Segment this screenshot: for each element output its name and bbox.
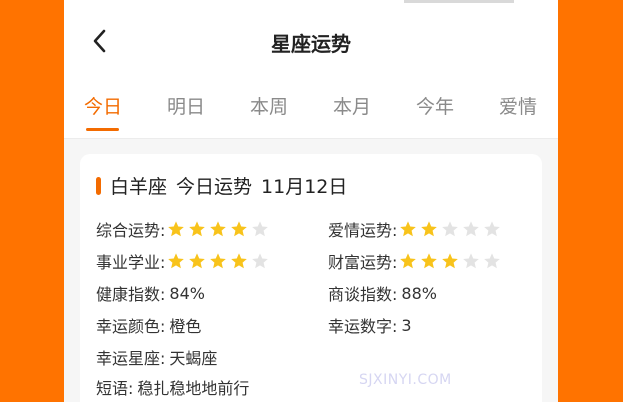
negotiation-index-label: 商谈指数: <box>328 285 398 304</box>
lucky-color-label: 幸运颜色: <box>96 317 166 336</box>
star-empty-icon <box>252 253 269 269</box>
star-filled-icon <box>421 253 438 269</box>
tab-bar: 今日 明日 本周 本月 今年 爱情 <box>64 82 558 139</box>
career-fortune-row: 事业学业: <box>96 249 272 273</box>
overall-fortune-label: 综合运势: <box>96 221 166 240</box>
tab-month[interactable]: 本月 <box>333 92 371 119</box>
love-rating <box>399 220 504 238</box>
fortune-date: 11月12日 <box>261 176 348 198</box>
star-empty-icon <box>463 253 480 269</box>
wealth-rating <box>399 252 504 270</box>
health-index-row: 健康指数: 84% <box>96 281 205 305</box>
negotiation-index-value: 88% <box>401 283 437 303</box>
star-empty-icon <box>442 221 459 237</box>
overall-rating <box>167 220 272 238</box>
star-filled-icon <box>168 221 185 237</box>
star-empty-icon <box>463 221 480 237</box>
lucky-number-value: 3 <box>401 315 412 335</box>
lucky-sign-value: 天蝎座 <box>169 349 218 368</box>
sign-name: 白羊座 <box>110 176 168 198</box>
wealth-fortune-row: 财富运势: <box>328 249 504 273</box>
section-name: 今日运势 <box>176 176 253 198</box>
star-filled-icon <box>189 253 206 269</box>
star-filled-icon <box>168 253 185 269</box>
motto-value: 稳扎稳地地前行 <box>137 379 250 398</box>
phone-screen: 星座运势 今日 明日 本周 本月 今年 爱情 白羊座 今日运势 11月12日 综… <box>64 0 558 402</box>
lucky-sign-row: 幸运星座: 天蝎座 <box>96 345 217 369</box>
lucky-color-value: 橙色 <box>169 317 202 336</box>
motto-row: 短语: 稳扎稳地地前行 <box>96 375 249 399</box>
star-filled-icon <box>400 253 417 269</box>
star-filled-icon <box>189 221 206 237</box>
title-accent-bar <box>96 176 101 195</box>
love-fortune-row: 爱情运势: <box>328 217 504 241</box>
tab-love[interactable]: 爱情 <box>499 92 537 119</box>
star-filled-icon <box>442 253 459 269</box>
fortune-card: 白羊座 今日运势 11月12日 综合运势: 爱情运势: 事业学业: 财富运势: … <box>80 154 542 402</box>
wealth-fortune-label: 财富运势: <box>328 253 398 272</box>
star-empty-icon <box>484 221 501 237</box>
star-filled-icon <box>400 221 417 237</box>
negotiation-index-row: 商谈指数: 88% <box>328 281 437 305</box>
star-filled-icon <box>210 253 227 269</box>
card-title: 白羊座 今日运势 11月12日 <box>96 172 347 199</box>
lucky-color-row: 幸运颜色: 橙色 <box>96 313 201 337</box>
status-bar <box>404 0 514 3</box>
tab-year[interactable]: 今年 <box>416 92 454 119</box>
motto-label: 短语: <box>96 379 134 398</box>
tab-today[interactable]: 今日 <box>84 92 122 119</box>
watermark: SJXINYI.COM <box>359 372 452 388</box>
tab-tomorrow[interactable]: 明日 <box>167 92 205 119</box>
love-fortune-label: 爱情运势: <box>328 221 398 240</box>
lucky-number-row: 幸运数字: 3 <box>328 313 412 337</box>
star-filled-icon <box>231 253 248 269</box>
star-filled-icon <box>210 221 227 237</box>
career-rating <box>167 252 272 270</box>
header: 星座运势 <box>64 14 558 70</box>
overall-fortune-row: 综合运势: <box>96 217 272 241</box>
star-filled-icon <box>421 221 438 237</box>
tab-week[interactable]: 本周 <box>250 92 288 119</box>
page-title: 星座运势 <box>271 32 351 56</box>
star-empty-icon <box>252 221 269 237</box>
lucky-sign-label: 幸运星座: <box>96 349 166 368</box>
star-filled-icon <box>231 221 248 237</box>
lucky-number-label: 幸运数字: <box>328 317 398 336</box>
star-empty-icon <box>484 253 501 269</box>
career-fortune-label: 事业学业: <box>96 253 166 272</box>
health-index-label: 健康指数: <box>96 285 166 304</box>
tab-active-indicator <box>86 128 119 131</box>
health-index-value: 84% <box>169 283 205 303</box>
